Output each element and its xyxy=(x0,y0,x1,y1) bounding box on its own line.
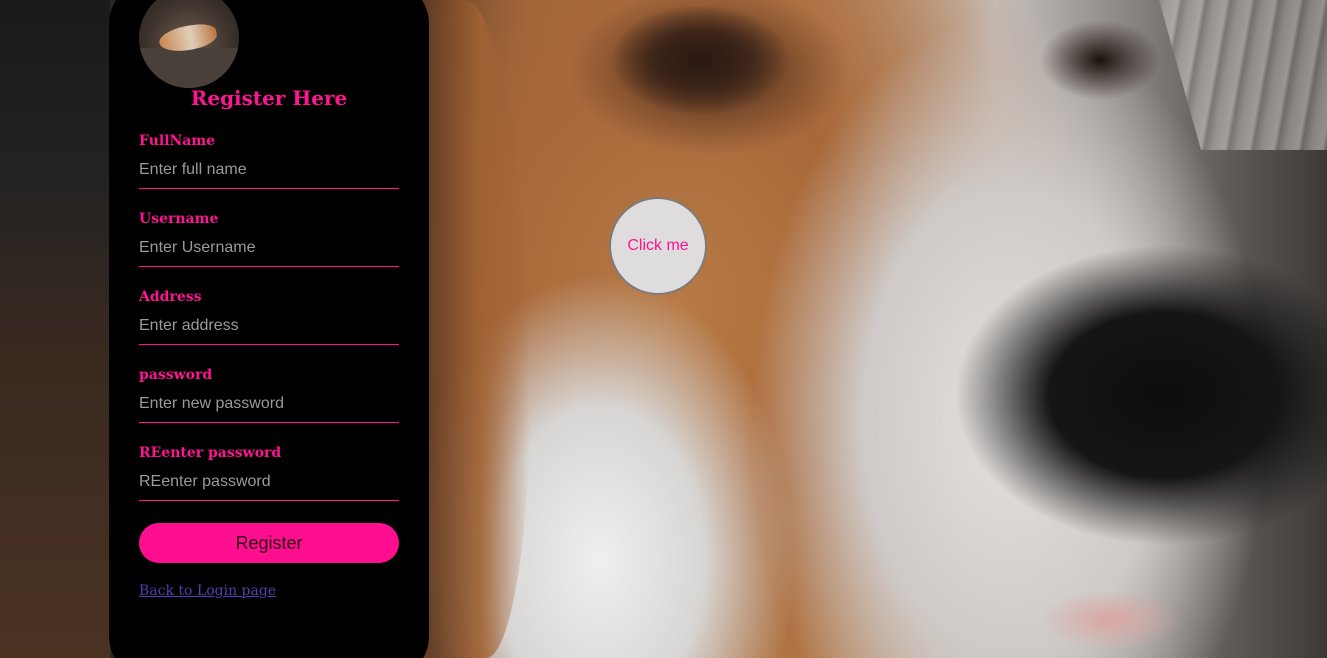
avatar-floor xyxy=(139,48,239,88)
background-blinds xyxy=(1159,0,1327,150)
background-photo-left xyxy=(0,0,110,658)
password-input[interactable] xyxy=(139,390,399,423)
page-title: Register Here xyxy=(190,86,348,110)
avatar xyxy=(139,0,239,88)
back-to-login-link[interactable]: Back to Login page xyxy=(139,583,276,599)
reenter-password-label: REenter password xyxy=(139,445,282,461)
username-label: Username xyxy=(139,211,219,227)
page-background: Register Here FullName Username Address … xyxy=(0,0,1327,658)
username-input[interactable] xyxy=(139,234,399,267)
register-button[interactable]: Register xyxy=(139,523,399,563)
background-photo-ear xyxy=(420,0,530,658)
password-label: password xyxy=(139,367,213,383)
address-label: Address xyxy=(139,289,202,305)
fullname-input[interactable] xyxy=(139,156,399,189)
address-input[interactable] xyxy=(139,312,399,345)
fullname-label: FullName xyxy=(139,133,216,149)
click-me-button[interactable]: Click me xyxy=(609,197,707,295)
reenter-password-input[interactable] xyxy=(139,468,399,501)
